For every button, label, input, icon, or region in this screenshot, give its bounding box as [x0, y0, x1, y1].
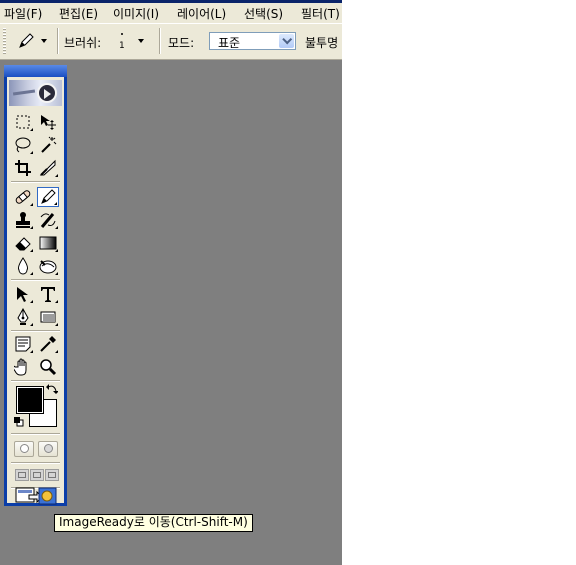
standard-screen-mode-button[interactable] [15, 469, 29, 481]
full-screen-menu-mode-button[interactable] [30, 469, 44, 481]
pencil-icon [19, 33, 34, 48]
toolbox-divider [11, 462, 60, 464]
marquee-tool[interactable] [12, 112, 34, 132]
mode-select[interactable]: 표준 [209, 32, 296, 50]
path-selection-tool[interactable] [12, 284, 34, 304]
eye-logo-icon [37, 83, 57, 103]
brush-picker[interactable]: 1 [110, 29, 152, 53]
menu-edit[interactable]: 편집(E) [59, 5, 98, 22]
clone-stamp-tool[interactable] [12, 210, 34, 230]
history-brush-tool[interactable] [37, 210, 59, 230]
toolbox-divider [11, 433, 60, 435]
shape-tool[interactable] [37, 307, 59, 327]
pen-tool[interactable] [12, 307, 34, 327]
crop-tool[interactable] [12, 158, 34, 178]
adobe-online-logo[interactable] [9, 80, 62, 106]
full-screen-mode-button[interactable] [45, 469, 59, 481]
hand-icon [14, 358, 27, 376]
menu-image[interactable]: 이미지(I) [113, 5, 159, 22]
menu-bar: 파일(F) 편집(E) 이미지(I) 레이어(L) 선택(S) 필터(T) [0, 3, 342, 23]
marquee-icon [16, 115, 30, 129]
standard-mode-icon [20, 444, 29, 453]
foreground-color-swatch[interactable] [16, 386, 44, 414]
crop-icon [15, 160, 31, 176]
toolbox-divider [11, 279, 60, 281]
toolbox-divider [11, 380, 60, 382]
brush-size: 1 [119, 41, 125, 51]
type-tool[interactable] [37, 284, 59, 304]
dodge-tool[interactable] [37, 256, 59, 276]
toolbox-divider [11, 330, 60, 332]
tool-preset-picker[interactable] [12, 30, 52, 52]
photoshop-window: 파일(F) 편집(E) 이미지(I) 레이어(L) 선택(S) 필터(T) 브러… [0, 0, 342, 565]
toolbox-body [7, 77, 64, 505]
menu-filter[interactable]: 필터(T) [301, 5, 340, 22]
chevron-down-icon [138, 39, 144, 43]
move-icon [41, 115, 56, 130]
toolbox-title-bar[interactable] [4, 65, 67, 77]
imageready-jump-icon [15, 487, 57, 505]
lasso-tool[interactable] [12, 135, 34, 155]
opacity-label: 불투명 [305, 36, 339, 50]
move-tool[interactable] [37, 112, 59, 132]
tooltip: ImageReady로 이동(Ctrl-Shift-M) [54, 514, 253, 532]
eraser-tool[interactable] [12, 233, 34, 253]
brush-label: 브러쉬: [64, 36, 102, 50]
mode-label: 모드: [168, 36, 195, 50]
gradient-tool[interactable] [37, 233, 59, 253]
magic-wand-tool[interactable] [37, 135, 59, 155]
options-bar-grip[interactable] [3, 28, 6, 54]
brush-preview [121, 33, 123, 35]
magic-wand-icon [41, 136, 57, 153]
quick-mask-icon [44, 444, 53, 453]
jump-to-imageready-button[interactable] [15, 485, 57, 507]
zoom-tool[interactable] [37, 357, 59, 377]
options-separator [159, 28, 161, 54]
pencil-tool[interactable] [37, 187, 59, 207]
options-separator [57, 28, 59, 54]
swap-colors-icon[interactable] [46, 383, 58, 395]
standard-mode-button[interactable] [14, 441, 34, 457]
healing-brush-tool[interactable] [12, 187, 34, 207]
zoom-icon [40, 359, 57, 376]
options-bar: 브러쉬: 1 모드: 표준 불투명 [0, 23, 342, 60]
toolbox [4, 65, 67, 506]
menu-file[interactable]: 파일(F) [4, 5, 42, 22]
toolbox-divider [11, 181, 60, 183]
menu-layer[interactable]: 레이어(L) [177, 5, 226, 22]
slice-tool[interactable] [37, 158, 59, 178]
hand-tool[interactable] [12, 357, 34, 377]
blur-tool[interactable] [12, 256, 34, 276]
dropdown-arrow-icon[interactable] [279, 34, 294, 48]
notes-tool[interactable] [12, 334, 34, 354]
eyedropper-tool[interactable] [37, 334, 59, 354]
quick-mask-button[interactable] [38, 441, 58, 457]
feather-graphic [12, 89, 36, 96]
chevron-down-icon [41, 39, 47, 43]
mode-value: 표준 [218, 36, 241, 50]
menu-select[interactable]: 선택(S) [244, 5, 283, 22]
default-colors-icon[interactable] [14, 417, 24, 427]
